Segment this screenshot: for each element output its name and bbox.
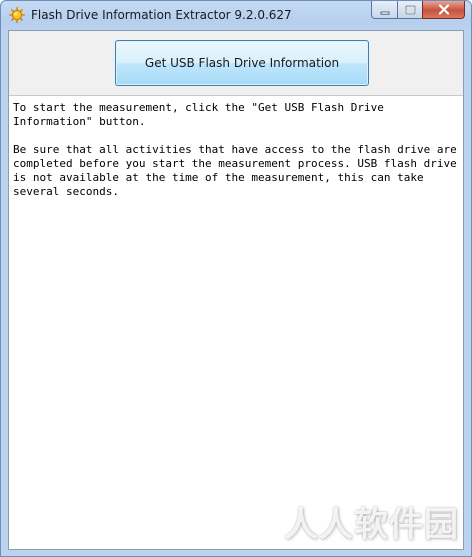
minimize-button[interactable] (371, 1, 397, 19)
caption-buttons (371, 1, 465, 20)
maximize-icon (404, 1, 416, 19)
warning-text: Be sure that all activities that have ac… (13, 143, 457, 198)
get-usb-info-button[interactable]: Get USB Flash Drive Information (115, 40, 369, 86)
app-icon (9, 7, 25, 23)
maximize-button[interactable] (397, 1, 422, 19)
title-bar[interactable]: Flash Drive Information Extractor 9.2.0.… (1, 1, 471, 30)
instruction-text: To start the measurement, click the "Get… (13, 101, 384, 128)
button-panel: Get USB Flash Drive Information (9, 31, 463, 96)
watermark-text: 人人软件园 (284, 505, 459, 545)
client-area: Get USB Flash Drive Information To start… (8, 30, 464, 550)
close-button[interactable] (422, 1, 465, 19)
minimize-icon (380, 1, 390, 19)
app-window: Flash Drive Information Extractor 9.2.0.… (0, 0, 472, 557)
window-title: Flash Drive Information Extractor 9.2.0.… (31, 8, 292, 22)
close-icon (438, 1, 450, 19)
output-text-area[interactable]: To start the measurement, click the "Get… (13, 101, 459, 213)
